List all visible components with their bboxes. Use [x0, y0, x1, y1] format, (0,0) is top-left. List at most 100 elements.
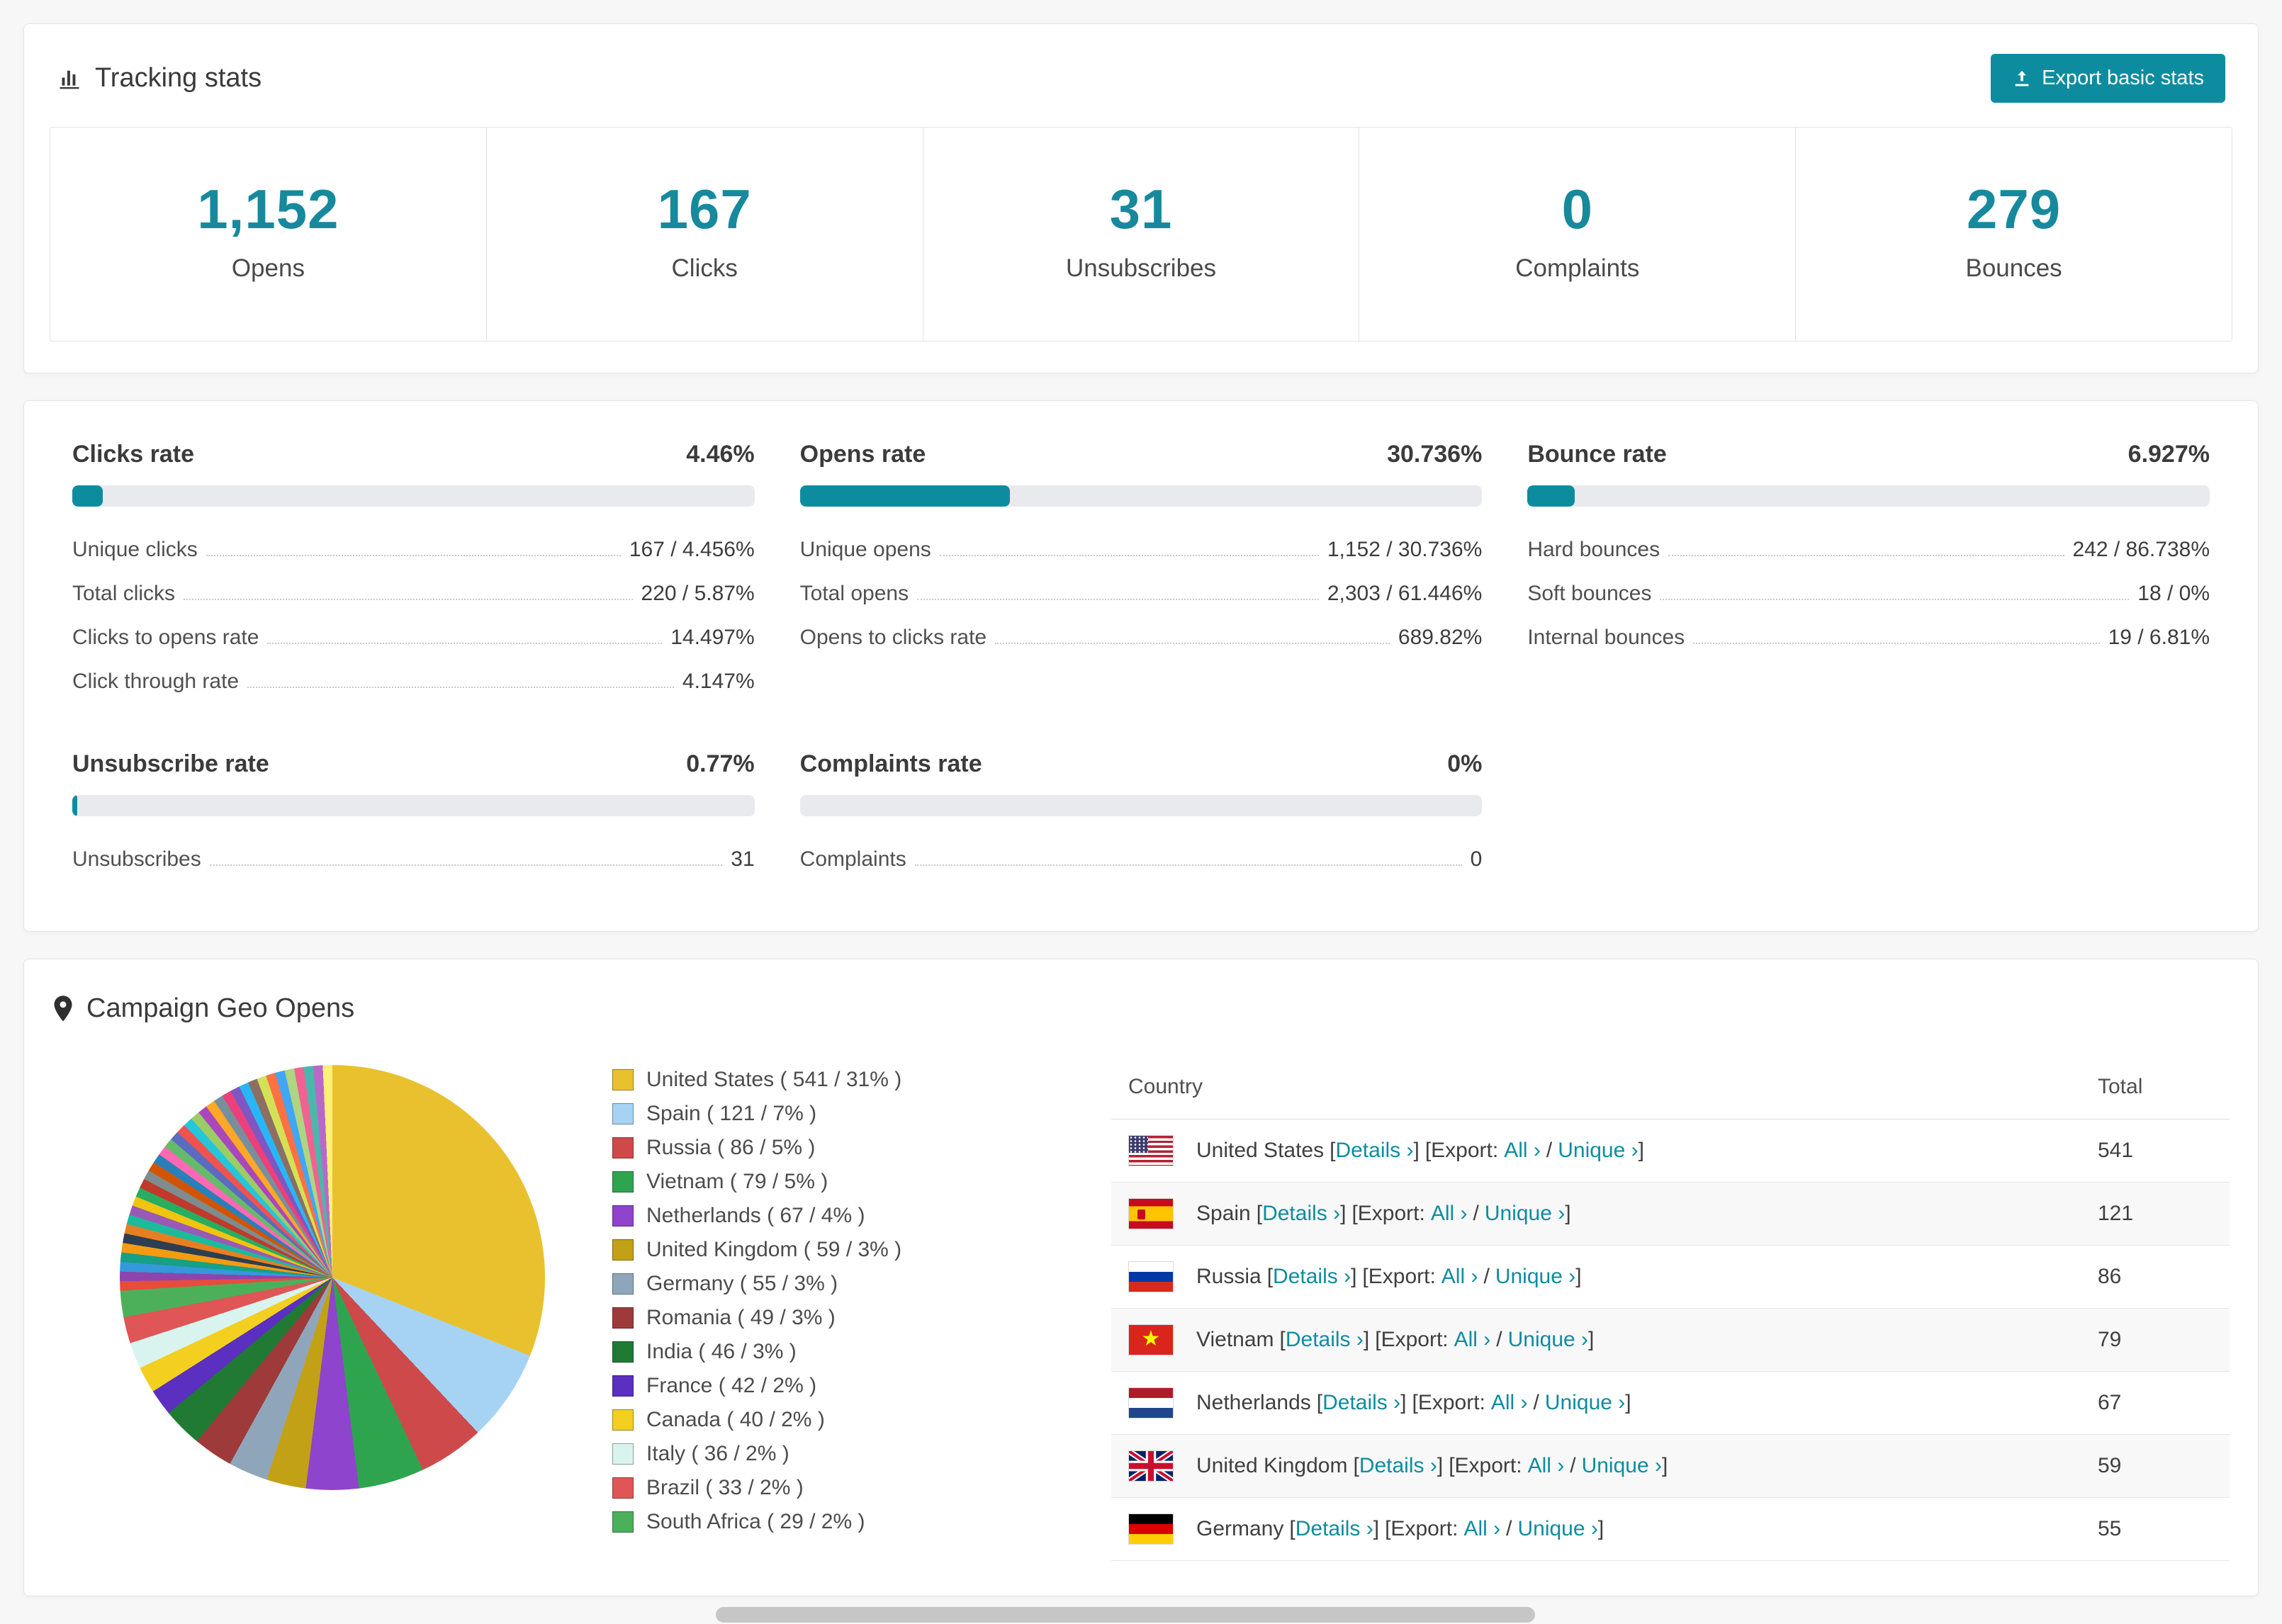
dotted-leader [995, 643, 1390, 644]
export-all-link[interactable]: All › [1528, 1454, 1565, 1478]
germany-flag-icon [1128, 1513, 1174, 1545]
stat-unsubscribes: 31 Unsubscribes [923, 128, 1360, 341]
separator: / [1570, 1454, 1576, 1477]
separator: / [1483, 1265, 1490, 1288]
country-total: 541 [2081, 1119, 2230, 1183]
metric-row: Unique clicks 167 / 4.456% [72, 528, 755, 572]
export-all-link[interactable]: All › [1431, 1202, 1468, 1226]
metric-row: Internal bounces 19 / 6.81% [1527, 616, 2210, 660]
horizontal-scrollbar[interactable] [716, 1607, 1535, 1623]
export-label: [Export: [1385, 1517, 1458, 1540]
metric-label: Total opens [799, 582, 909, 605]
export-unique-link[interactable]: Unique › [1508, 1328, 1588, 1351]
details-link[interactable]: Details › [1335, 1139, 1413, 1162]
opens-rate-progress-bar [799, 485, 1483, 507]
export-label: [Export: [1412, 1391, 1485, 1414]
country-total: 59 [2081, 1434, 2230, 1498]
export-unique-link[interactable]: Unique › [1582, 1454, 1662, 1477]
dotted-leader [1660, 599, 2130, 600]
legend-swatch [612, 1239, 634, 1261]
table-row: Netherlands [Details ›] [Export: All › /… [1111, 1371, 2230, 1435]
metric-value: 242 / 86.738% [2072, 538, 2210, 561]
stat-label: Bounces [1965, 254, 2062, 282]
stat-label: Clicks [671, 254, 738, 282]
export-all-link[interactable]: All › [1441, 1265, 1478, 1289]
export-unique-link[interactable]: Unique › [1485, 1202, 1565, 1225]
details-link[interactable]: Details › [1273, 1265, 1351, 1288]
legend-swatch [612, 1171, 634, 1192]
bracket: [ [1316, 1391, 1323, 1414]
details-link[interactable]: Details › [1286, 1328, 1364, 1351]
stat-value: 167 [657, 178, 752, 240]
rate-value: 6.927% [2128, 441, 2210, 468]
export-button-label: Export basic stats [2042, 67, 2204, 89]
opens-rate-panel: Opens rate 30.736% Unique opens 1,152 / 3… [799, 441, 1483, 704]
export-all-link[interactable]: All › [1454, 1328, 1491, 1352]
metric-label: Unique opens [799, 538, 931, 561]
export-label: [Export: [1362, 1265, 1436, 1288]
details-link[interactable]: Details › [1359, 1454, 1437, 1477]
geo-table-wrap: Country Total United States [Details ›] … [1111, 1055, 2230, 1561]
bracket: [ [1266, 1265, 1274, 1288]
export-basic-stats-button[interactable]: Export basic stats [1991, 54, 2225, 103]
geo-pie-chart[interactable] [120, 1065, 545, 1490]
complaints-rate-panel: Complaints rate 0% Complaints 0 [799, 750, 1483, 881]
legend-label: Italy ( 36 / 2% ) [646, 1442, 789, 1465]
bracket: ] [1437, 1454, 1444, 1477]
metric-row: Click through rate 4.147% [72, 660, 755, 704]
table-row: Vietnam [Details ›] [Export: All › / Uni… [1111, 1308, 2230, 1372]
dotted-leader [267, 643, 663, 644]
export-all-link[interactable]: All › [1491, 1391, 1528, 1415]
export-all-link[interactable]: All › [1504, 1139, 1541, 1163]
export-unique-link[interactable]: Unique › [1558, 1139, 1638, 1162]
country-name: Spain [1196, 1202, 1251, 1225]
legend-label: Canada ( 40 / 2% ) [646, 1408, 825, 1431]
metric-value: 14.497% [670, 626, 755, 649]
export-unique-link[interactable]: Unique › [1495, 1265, 1575, 1288]
dotted-leader [1693, 643, 2100, 644]
export-label: [Export: [1351, 1202, 1425, 1225]
legend-item: United Kingdom ( 59 / 3% ) [612, 1238, 1080, 1262]
bracket: ] [1363, 1328, 1370, 1351]
metric-value: 1,152 / 30.736% [1327, 538, 1483, 561]
dotted-leader [209, 864, 723, 866]
rate-value: 4.46% [686, 441, 755, 468]
rate-title: Bounce rate [1527, 441, 1667, 468]
legend-label: United States ( 541 / 31% ) [646, 1068, 902, 1091]
legend-swatch [612, 1511, 634, 1533]
metric-label: Soft bounces [1527, 582, 1652, 605]
dotted-leader [1668, 555, 2064, 556]
rate-value: 0.77% [686, 750, 755, 777]
country-name: Netherlands [1196, 1391, 1311, 1414]
legend-swatch [612, 1375, 634, 1397]
details-link[interactable]: Details › [1295, 1517, 1373, 1540]
complaints-rate-progress-bar [799, 795, 1483, 816]
bracket: ] [1413, 1139, 1420, 1162]
legend-swatch [612, 1137, 634, 1158]
bracket: ] [1625, 1391, 1631, 1414]
separator: / [1533, 1391, 1539, 1414]
page-title: Tracking stats [95, 63, 262, 93]
bracket: [ [1256, 1202, 1263, 1225]
details-link[interactable]: Details › [1322, 1391, 1400, 1414]
export-unique-link[interactable]: Unique › [1517, 1517, 1597, 1540]
legend-swatch [612, 1273, 634, 1295]
geo-opens-title-row: Campaign Geo Opens [52, 993, 2230, 1024]
legend-label: South Africa ( 29 / 2% ) [646, 1510, 865, 1533]
legend-item: France ( 42 / 2% ) [612, 1374, 1080, 1398]
dotted-leader [914, 864, 1462, 866]
metric-row: Hard bounces 242 / 86.738% [1527, 528, 2210, 572]
export-all-link[interactable]: All › [1463, 1517, 1500, 1541]
metric-value: 18 / 0% [2137, 582, 2210, 605]
bracket: [ [1279, 1328, 1286, 1351]
metric-row: Clicks to opens rate 14.497% [72, 616, 755, 660]
separator: / [1496, 1328, 1502, 1351]
export-label: [Export: [1449, 1454, 1522, 1477]
united-kingdom-flag-icon [1128, 1450, 1174, 1482]
stat-label: Complaints [1515, 254, 1640, 282]
metric-label: Unsubscribes [72, 847, 201, 871]
details-link[interactable]: Details › [1262, 1202, 1340, 1225]
metric-value: 0 [1470, 847, 1483, 871]
export-unique-link[interactable]: Unique › [1545, 1391, 1625, 1414]
geo-opens-table: Country Total United States [Details ›] … [1111, 1055, 2230, 1561]
